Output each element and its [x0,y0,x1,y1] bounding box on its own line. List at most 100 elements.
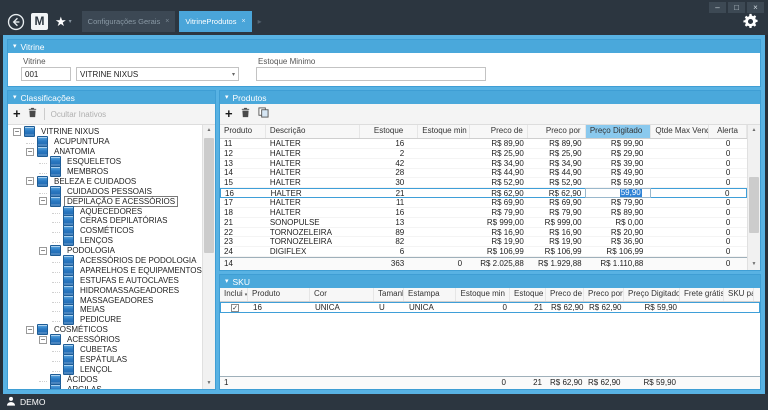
table-row[interactable]: 21SONOPULSE13R$ 999,00R$ 999,00R$ 0,000 [220,218,747,228]
summary-cell [266,258,361,270]
hide-inactive-label[interactable]: Ocultar Inativos [51,110,107,119]
table-row[interactable]: 16HALTER21R$ 62,90R$ 62,9059,900 [220,188,747,198]
scroll-up-icon[interactable]: ▲ [748,125,760,136]
table-row[interactable]: 22TORNOZELEIRA89R$ 16,90R$ 16,90R$ 20,90… [220,228,747,238]
add-classification-icon[interactable]: + [13,107,21,121]
scroll-down-icon[interactable]: ▼ [748,259,760,270]
table-row[interactable]: 11HALTER16R$ 89,90R$ 89,90R$ 99,900 [220,139,747,149]
table-row[interactable]: 15HALTER30R$ 52,90R$ 52,90R$ 59,900 [220,178,747,188]
produtos-scrollbar[interactable]: ▲ ▼ [747,125,760,270]
close-tab-icon[interactable]: × [241,18,245,25]
settings-gear-icon[interactable] [742,13,759,30]
tree-item[interactable]: ARGILAS [10,384,201,389]
table-cell: 23 [220,237,266,246]
collapse-node-icon[interactable]: − [26,177,34,185]
column-header[interactable]: Preco de [546,288,584,301]
table-row[interactable]: 17HALTER11R$ 69,90R$ 69,90R$ 79,900 [220,198,747,208]
column-header[interactable]: Preco por [584,288,624,301]
tree-connector [39,373,47,382]
inclui-checkbox[interactable]: ✓ [231,304,239,312]
collapse-node-icon[interactable]: − [26,326,34,334]
table-cell: 22 [220,228,266,237]
column-header[interactable]: Tamanho [374,288,404,301]
column-header[interactable]: SKU pa... [724,288,754,301]
tree-scrollbar[interactable]: ▲ ▼ [202,125,215,389]
column-header[interactable]: Estampa [404,288,456,301]
table-cell: R$ 25,90 [470,149,528,158]
minimize-button[interactable]: – [709,2,726,13]
column-header[interactable]: Estoque min [456,288,510,301]
collapse-caret-icon[interactable]: ▾ [13,91,17,104]
column-header[interactable]: Inclui▾ [220,288,248,301]
close-tab-icon[interactable]: × [165,18,169,25]
column-header[interactable]: Cor [310,288,374,301]
filter-caret-icon[interactable]: ▾ [245,292,248,298]
collapse-caret-icon[interactable]: ▾ [13,40,17,53]
panel-title: Vitrine [21,42,45,52]
column-header[interactable]: Qtde Max Venda [651,125,709,138]
collapse-caret-icon[interactable]: ▾ [225,275,229,288]
tab-vitrineprodutos[interactable]: VitrineProdutos × [179,11,251,32]
scrollbar-thumb[interactable] [204,138,214,253]
column-header[interactable]: Estoque [510,288,546,301]
back-icon[interactable] [7,13,25,31]
table-row[interactable]: 14HALTER28R$ 44,90R$ 44,90R$ 49,900 [220,169,747,179]
table-cell: TORNOZELEIRA [266,237,361,246]
scroll-up-icon[interactable]: ▲ [203,125,215,136]
sku-table: Inclui▾ProdutoCorTamanhoEstampaEstoque m… [220,288,760,389]
sku-panel-header[interactable]: ▾ SKU [220,275,760,288]
app-logo-icon[interactable]: M [31,13,48,30]
table-row[interactable]: 18HALTER16R$ 79,90R$ 79,90R$ 89,900 [220,208,747,218]
titlebar: – □ × M ★ ▾ Configurações Gerais × Vitri… [0,0,768,35]
window-controls: – □ × [709,2,764,13]
vitrine-name-select[interactable]: VITRINE NIXUS ▾ [76,67,239,81]
column-header[interactable]: Preco por [528,125,586,138]
collapse-node-icon[interactable]: − [39,247,47,255]
table-row[interactable]: 12HALTER2R$ 25,90R$ 25,90R$ 29,900 [220,149,747,159]
column-header-label: Preco por [588,289,623,298]
scrollbar-thumb[interactable] [749,177,759,233]
column-header[interactable]: Preço Digitado [586,125,652,138]
column-header[interactable]: Produto [220,125,266,138]
delete-product-icon[interactable] [240,105,251,123]
classificacoes-panel-header[interactable]: ▾ Classificações [8,91,215,104]
tree-connector [52,254,60,263]
favorites-star-icon[interactable]: ★ [55,14,67,30]
column-header[interactable]: Preco de [470,125,528,138]
tab-configuracoes-gerais[interactable]: Configurações Gerais × [82,11,176,32]
add-product-icon[interactable]: + [225,107,233,121]
column-header[interactable]: Produto [248,288,310,301]
tab-overflow-icon[interactable]: ▸ [258,17,262,26]
column-header[interactable]: Frete grátis [680,288,724,301]
vitrine-panel-header[interactable]: ▾ Vitrine [8,40,760,53]
summary-cell: R$ 1.929,88 [528,258,586,270]
estoque-minimo-input[interactable] [256,67,486,81]
table-cell: 11 [360,198,418,207]
collapse-node-icon[interactable]: − [13,128,21,136]
vitrine-code-input[interactable] [21,67,71,81]
column-header[interactable]: Preço Digitado [624,288,680,301]
produtos-table-body: 11HALTER16R$ 89,90R$ 89,90R$ 99,90012HAL… [220,139,747,257]
sku-panel: ▾ SKU Inclui▾ProdutoCorTamanhoEstampaEst… [219,274,761,390]
collapse-node-icon[interactable]: − [39,197,47,205]
column-header[interactable]: Estoque [360,125,418,138]
copy-product-icon[interactable] [258,105,269,123]
delete-classification-icon[interactable] [27,105,38,123]
preco-digitado-edit-cell[interactable]: 59,90 [585,188,651,198]
collapse-node-icon[interactable]: − [39,336,47,344]
maximize-button[interactable]: □ [728,2,745,13]
table-row[interactable]: 24DIGIFLEX6R$ 106,99R$ 106,99R$ 106,990 [220,247,747,257]
table-row[interactable]: 13HALTER42R$ 34,90R$ 34,90R$ 39,900 [220,159,747,169]
column-header[interactable]: Alerta [709,125,747,138]
close-button[interactable]: × [747,2,764,13]
table-row[interactable]: 23TORNOZELEIRA82R$ 19,90R$ 19,90R$ 36,90… [220,237,747,247]
collapse-caret-icon[interactable]: ▾ [225,91,229,104]
scroll-down-icon[interactable]: ▼ [203,378,215,389]
collapse-node-icon[interactable]: − [26,148,34,156]
column-header[interactable]: Descrição [266,125,361,138]
table-row[interactable]: ✓16UNICAUUNICA021R$ 62,90R$ 62,90R$ 59,9… [220,302,760,313]
produtos-panel-header[interactable]: ▾ Produtos [220,91,760,104]
column-header[interactable]: Estoque min [418,125,470,138]
favorites-caret-icon[interactable]: ▾ [69,18,72,25]
table-cell: R$ 29,90 [586,149,652,158]
